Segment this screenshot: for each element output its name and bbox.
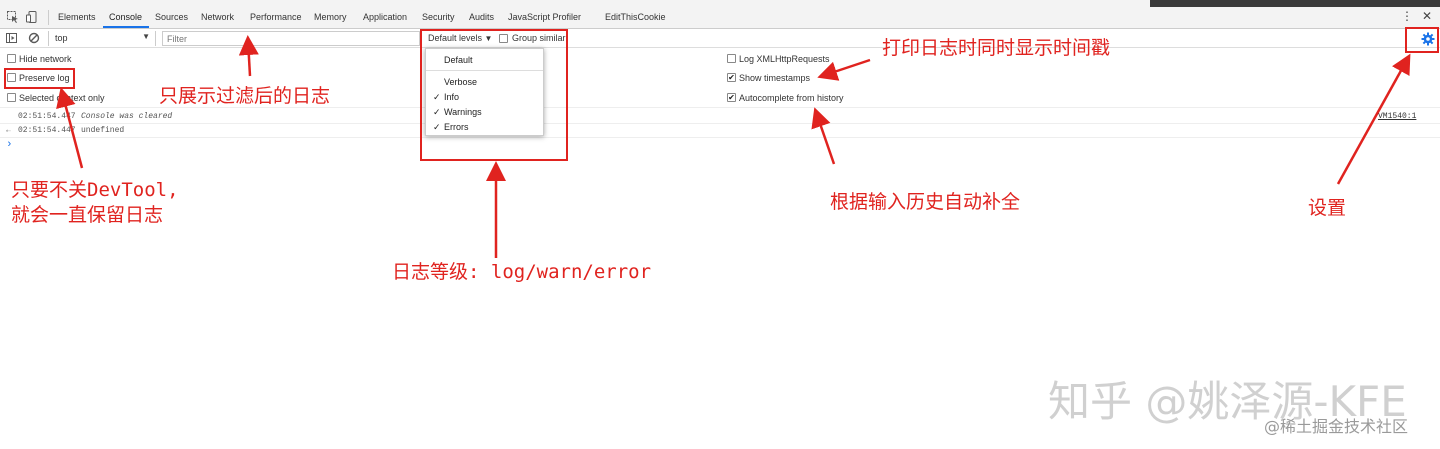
juejin-watermark: @稀土掘金技术社区 — [1264, 417, 1409, 436]
log-levels-annotation: 日志等级: log/warn/error — [392, 261, 652, 283]
settings-arrow — [1336, 53, 1411, 185]
settings-annotation: 设置 — [1308, 197, 1347, 219]
timestamps-annotation: 打印日志时同时显示时间戳 — [882, 37, 1111, 59]
timestamps-arrow — [817, 58, 871, 81]
preserve-log-annotation-line1: 只要不关DevTool, — [11, 179, 179, 201]
filter-arrow — [238, 35, 259, 77]
autocomplete-annotation: 根据输入历史自动补全 — [830, 191, 1021, 213]
filter-annotation: 只展示过滤后的日志 — [159, 85, 331, 107]
preserve-log-annotation-line2: 就会一直保留日志 — [11, 204, 164, 226]
autocomplete-arrow — [811, 107, 836, 165]
preserve-log-arrow — [56, 87, 84, 169]
